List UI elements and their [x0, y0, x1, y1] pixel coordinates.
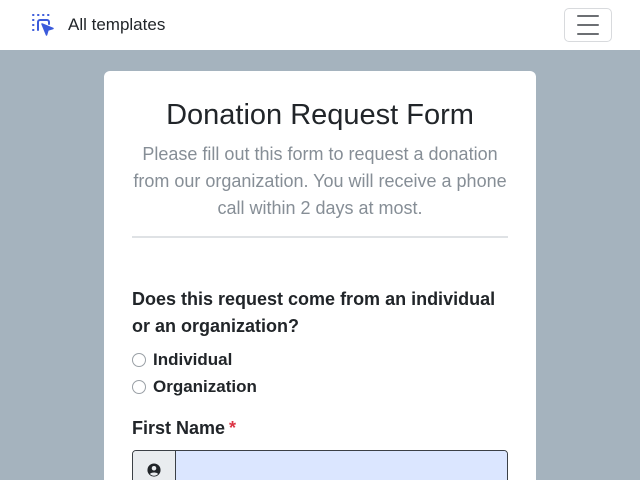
hamburger-menu-icon-bar [577, 33, 599, 35]
radio-option-organization[interactable]: Organization [132, 376, 257, 398]
radio-label-organization: Organization [153, 377, 257, 396]
form-title: Donation Request Form [166, 99, 474, 131]
form-card: Donation Request Form Please fill out th… [104, 71, 536, 480]
cursor-select-icon [32, 14, 54, 36]
radio-option-individual[interactable]: Individual [132, 349, 232, 371]
menu-toggle-button[interactable] [564, 8, 612, 42]
hamburger-menu-icon [577, 15, 599, 17]
brand-link[interactable]: All templates [30, 10, 165, 40]
navbar: All templates [0, 0, 640, 50]
first-name-input[interactable] [176, 451, 507, 480]
radio-individual[interactable] [132, 353, 146, 367]
first-name-label-text: First Name [132, 418, 226, 438]
radio-label-individual: Individual [153, 350, 233, 369]
hamburger-menu-icon-bar [577, 24, 599, 26]
brand-label: All templates [68, 15, 166, 34]
form-description: Please fill out this form to request a d… [133, 144, 507, 218]
divider [132, 236, 508, 238]
first-name-addon [133, 451, 176, 480]
required-marker: * [229, 418, 237, 438]
first-name-label: First Name * [132, 418, 236, 439]
first-name-input-group [132, 450, 508, 480]
radio-organization[interactable] [132, 380, 146, 394]
requester-type-question: Does this request come from an individua… [132, 289, 496, 336]
user-circle-icon [147, 463, 161, 477]
